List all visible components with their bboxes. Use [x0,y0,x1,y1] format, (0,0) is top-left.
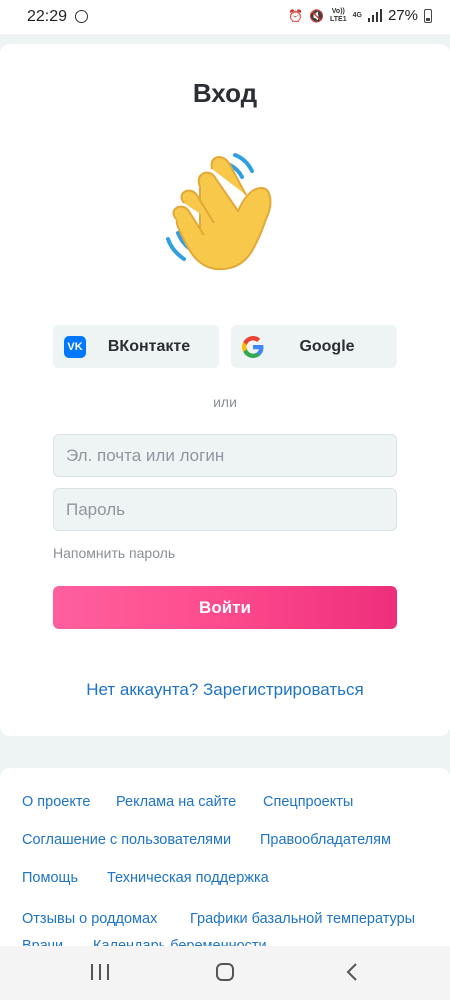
email-field[interactable] [53,434,397,477]
forgot-password-link[interactable]: Напомнить пароль [53,545,175,561]
page-title: Вход [192,78,258,108]
vk-login-label: ВКонтакте [107,338,191,355]
google-login-button[interactable]: Google [231,325,397,368]
register-link[interactable]: Нет аккаунта? Зарегистрироваться [0,680,450,700]
footer-link-user-agreement[interactable]: Соглашение с пользователями [22,832,231,848]
status-icons: ⏰ 🔇 Vo)) LTE1 4G 27% [288,7,432,24]
waving-hand-icon [166,153,272,271]
recent-apps-icon[interactable] [91,964,109,980]
footer-link-maternity-reviews[interactable]: Отзывы о роддомах [22,911,157,927]
password-field[interactable] [53,488,397,531]
or-divider: или [213,394,237,410]
system-navigation-bar [0,946,450,1000]
status-bar: 22:29 ⏰ 🔇 Vo)) LTE1 4G 27% [0,0,450,34]
vk-login-button[interactable]: VK ВКонтакте [53,325,219,368]
mute-icon: 🔇 [309,8,325,23]
home-icon[interactable] [216,963,234,981]
network-type: 4G [352,11,362,19]
footer-link-support[interactable]: Техническая поддержка [107,870,269,886]
alarm-icon: ⏰ [288,8,304,23]
battery-percent: 27% [387,7,418,24]
footer-link-help[interactable]: Помощь [22,870,78,886]
battery-icon [424,8,432,23]
back-icon[interactable] [343,962,361,982]
footer-link-special-projects[interactable]: Спецпроекты [263,794,353,810]
login-button[interactable]: Войти [53,586,397,629]
login-card: Вход VK ВКонтакте Google или Напомнить п… [0,44,450,736]
status-time: 22:29 [27,8,68,25]
signal-icon [367,9,382,22]
footer-link-copyright[interactable]: Правообладателям [260,832,391,848]
volte-indicator: Vo)) LTE1 [330,7,347,23]
footer-link-advertising[interactable]: Реклама на сайте [116,794,236,810]
footer-link-about[interactable]: О проекте [22,794,90,810]
footer: О проекте Реклама на сайте Спецпроекты С… [0,768,450,948]
notification-icon [75,10,88,23]
google-login-label: Google [299,338,355,355]
footer-link-basal-temperature[interactable]: Графики базальной температуры [190,911,415,927]
